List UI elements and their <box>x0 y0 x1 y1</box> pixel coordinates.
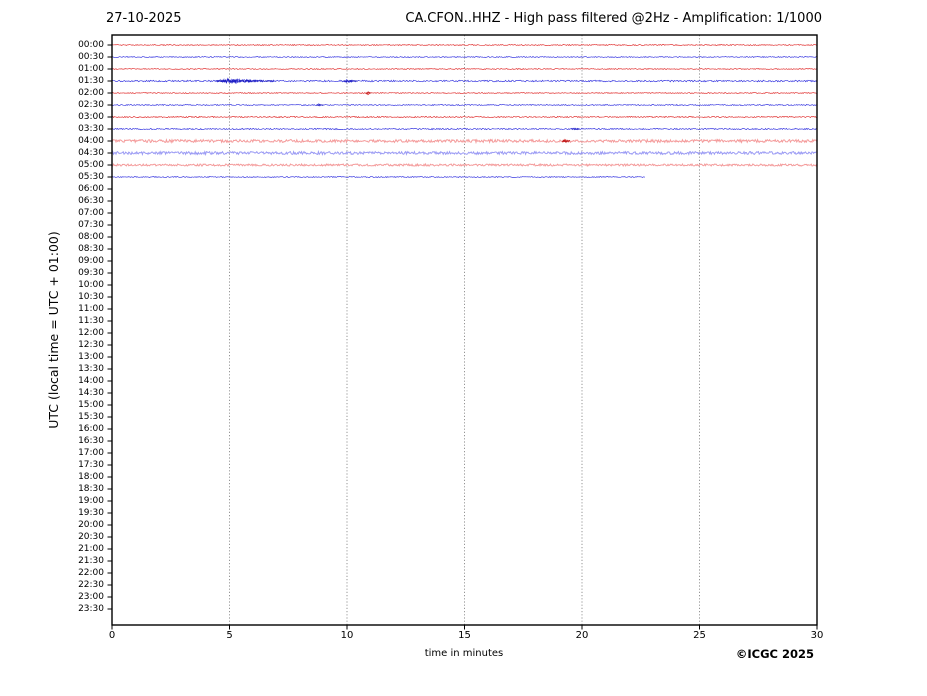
copyright-label: ©ICGC 2025 <box>735 647 814 661</box>
trace-0530 <box>111 176 646 179</box>
x-tick-label: 25 <box>693 630 706 641</box>
y-tick-label: 23:30 <box>78 603 104 614</box>
y-tick-label: 03:00 <box>78 111 104 122</box>
y-tick-label: 16:00 <box>78 423 104 434</box>
trace-0100 <box>111 68 817 70</box>
x-tick-label: 20 <box>575 630 589 641</box>
y-tick-label: 21:00 <box>78 543 104 554</box>
y-tick-label: 00:30 <box>78 51 104 62</box>
y-tick-label: 10:30 <box>78 291 104 302</box>
trace-0230 <box>111 103 817 107</box>
y-tick-label: 15:00 <box>78 399 104 410</box>
y-tick-label: 11:00 <box>78 303 104 314</box>
y-tick-label: 18:30 <box>78 483 104 494</box>
axis-ticks <box>107 44 818 630</box>
y-tick-label: 11:30 <box>78 315 104 326</box>
seismogram-page: 27-10-2025 CA.CFON..HHZ - High pass filt… <box>0 0 927 696</box>
y-tick-label: 02:30 <box>78 99 104 110</box>
x-axis-label: time in minutes <box>424 648 504 659</box>
y-tick-label: 09:00 <box>78 255 104 266</box>
y-tick-label: 04:30 <box>78 147 104 158</box>
y-tick-label: 00:00 <box>78 39 104 50</box>
trace-0330 <box>111 127 817 131</box>
y-tick-label: 12:00 <box>78 327 104 338</box>
y-tick-label: 19:00 <box>78 495 104 506</box>
trace-0130 <box>111 78 818 85</box>
y-tick-label: 14:00 <box>78 375 104 386</box>
y-tick-label: 07:00 <box>78 207 104 218</box>
y-tick-label: 08:00 <box>78 231 104 242</box>
y-tick-label: 01:00 <box>78 63 104 74</box>
y-tick-label: 10:00 <box>78 279 104 290</box>
y-tick-label: 18:00 <box>78 471 104 482</box>
y-tick-label: 13:00 <box>78 351 104 362</box>
y-tick-label: 15:30 <box>78 411 104 422</box>
seismogram-plot <box>107 34 818 630</box>
event-burst <box>561 139 571 144</box>
y-tick-label: 02:00 <box>78 87 104 98</box>
x-tick-label: 0 <box>108 630 116 641</box>
y-tick-label: 01:30 <box>78 75 104 86</box>
x-tick-label: 10 <box>340 630 354 641</box>
y-tick-label: 22:30 <box>78 579 104 590</box>
y-tick-label: 06:30 <box>78 195 104 206</box>
y-tick-label: 20:00 <box>78 519 104 530</box>
y-tick-label: 05:30 <box>78 171 104 182</box>
y-tick-label: 04:00 <box>78 135 104 146</box>
y-tick-label: 12:30 <box>78 339 104 350</box>
event-burst <box>316 104 324 107</box>
trace-0030 <box>111 55 817 58</box>
trace-0500 <box>111 162 818 168</box>
y-tick-label: 16:30 <box>78 435 104 446</box>
y-tick-label: 06:00 <box>78 183 104 194</box>
y-tick-label: 13:30 <box>78 363 104 374</box>
y-tick-label: 05:00 <box>78 159 104 170</box>
y-tick-label: 08:30 <box>78 243 104 254</box>
y-tick-label: 09:30 <box>78 267 104 278</box>
x-tick-label: 5 <box>226 630 233 641</box>
x-tick-label: 30 <box>810 630 824 641</box>
trace-0430 <box>111 149 817 157</box>
x-tick-label: 15 <box>458 630 471 641</box>
y-tick-label: 03:30 <box>78 123 104 134</box>
trace-0300 <box>111 115 817 119</box>
y-tick-label: 07:30 <box>78 219 104 230</box>
y-tick-label: 17:30 <box>78 459 104 470</box>
y-tick-label: 21:30 <box>78 555 104 566</box>
y-tick-label: 19:30 <box>78 507 104 518</box>
event-burst <box>216 77 275 84</box>
y-tick-label: 23:00 <box>78 591 104 602</box>
y-tick-label: 17:00 <box>78 447 104 458</box>
gridlines <box>229 35 700 625</box>
y-tick-label: 20:30 <box>78 531 104 542</box>
y-tick-label: 22:00 <box>78 567 104 578</box>
y-tick-label: 14:30 <box>78 387 104 398</box>
